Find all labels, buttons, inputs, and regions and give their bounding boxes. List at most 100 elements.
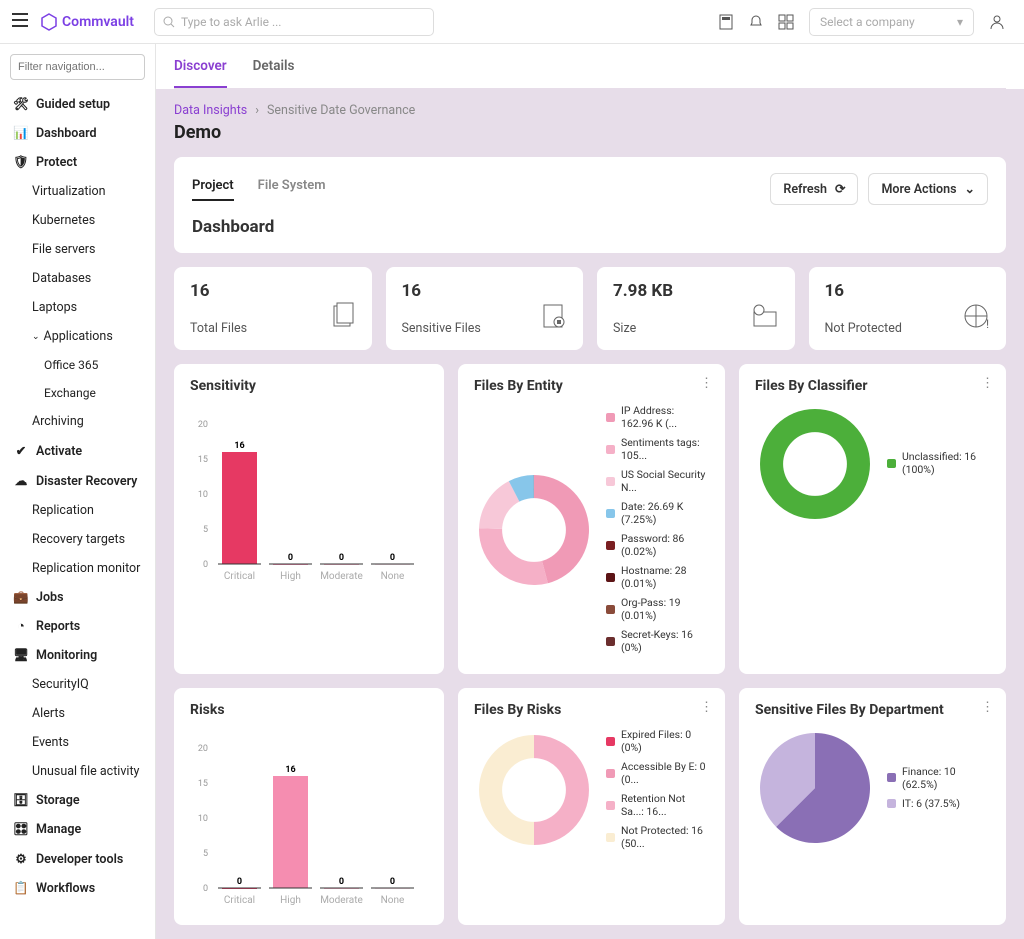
tab-details[interactable]: Details — [253, 58, 295, 88]
barchart-icon: 📊 — [12, 126, 30, 141]
sidebar-item-guided[interactable]: 🛠Guided setup — [10, 90, 145, 119]
svg-text:Moderate: Moderate — [320, 895, 363, 906]
label: Unusual file activity — [32, 764, 139, 779]
svg-text:None: None — [381, 895, 405, 906]
label: Replication monitor — [32, 561, 140, 576]
sidebar-item-databases[interactable]: Databases — [10, 264, 145, 293]
sidebar-item-monitoring[interactable]: 🖥Monitoring — [10, 641, 145, 670]
stat-value: 16 — [190, 281, 356, 301]
label: Alerts — [32, 706, 65, 721]
sidebar-item-applications[interactable]: ⌄ Applications — [10, 322, 145, 351]
logo-icon — [40, 13, 58, 31]
chart-files-by-risks: Files By Risks ⋮ Expired Files: 0 (0%)Ac… — [458, 688, 725, 925]
label: Monitoring — [36, 648, 97, 663]
stat-value: 16 — [825, 281, 991, 301]
label: Virtualization — [32, 184, 106, 199]
sidebar-item-storage[interactable]: 🗄Storage — [10, 786, 145, 815]
stat-not-protected[interactable]: 16 Not Protected ! — [809, 267, 1007, 350]
svg-text:High: High — [280, 571, 301, 582]
chart-menu-icon[interactable]: ⋮ — [700, 700, 713, 715]
tab-project[interactable]: Project — [192, 178, 234, 201]
svg-text:0: 0 — [339, 553, 344, 563]
sidebar-item-replication[interactable]: Replication — [10, 496, 145, 525]
company-select[interactable]: Select a company ▾ — [809, 8, 974, 36]
svg-text:High: High — [280, 895, 301, 906]
sidebar-item-devtools[interactable]: ⚙ Developer tools — [10, 844, 145, 874]
breadcrumb-sdg: Sensitive Date Governance — [267, 103, 415, 118]
sidebar-item-dashboard[interactable]: 📊Dashboard — [10, 119, 145, 148]
sidebar-item-jobs[interactable]: 💼Jobs — [10, 583, 145, 612]
label: Reports — [36, 619, 80, 634]
sidebar-item-unusual[interactable]: Unusual file activity — [10, 757, 145, 786]
filter-input[interactable] — [10, 54, 145, 80]
legend-item: Retention Not Sa...: 16... — [606, 792, 709, 818]
gear-icon: ⚙ — [12, 851, 30, 867]
svg-text:16: 16 — [285, 765, 295, 775]
svg-text:0: 0 — [390, 553, 395, 563]
sidebar-item-virtualization[interactable]: Virtualization — [10, 177, 145, 206]
svg-text:0: 0 — [237, 877, 242, 887]
breadcrumb: Data Insights › Sensitive Date Governanc… — [156, 89, 1024, 122]
chevron-down-icon: ⌄ — [965, 181, 975, 197]
more-actions-button[interactable]: More Actions⌄ — [868, 173, 988, 205]
sidebar-item-fileservers[interactable]: File servers — [10, 235, 145, 264]
brand-logo[interactable]: Commvault — [40, 13, 134, 31]
box-icon — [751, 302, 781, 336]
sidebar-item-events[interactable]: Events — [10, 728, 145, 757]
sidebar-item-protect[interactable]: 🛡Protect — [10, 148, 145, 177]
sidebar-item-manage[interactable]: 🎛Manage — [10, 815, 145, 844]
sidebar-item-archiving[interactable]: Archiving — [10, 407, 145, 436]
label: Refresh — [783, 182, 827, 197]
chart-menu-icon[interactable]: ⋮ — [981, 700, 994, 715]
pie-icon: ◔ — [12, 619, 30, 634]
grid-icon[interactable] — [771, 14, 801, 30]
sidebar-item-securityiq[interactable]: SecurityIQ — [10, 670, 145, 699]
chart-menu-icon[interactable]: ⋮ — [981, 376, 994, 391]
breadcrumb-data-insights[interactable]: Data Insights — [174, 103, 247, 118]
user-icon[interactable] — [982, 14, 1012, 30]
svg-text:!: ! — [986, 317, 989, 331]
stat-size[interactable]: 7.98 KB Size — [597, 267, 795, 350]
legend-item: Secret-Keys: 16 (0%) — [606, 628, 709, 654]
sidebar-item-activate[interactable]: ✔Activate — [10, 436, 145, 466]
refresh-button[interactable]: Refresh⟳ — [770, 173, 858, 205]
label: Applications — [44, 329, 113, 344]
sidebar-item-office365[interactable]: Office 365 — [10, 351, 145, 379]
tab-discover[interactable]: Discover — [174, 58, 227, 88]
workflow-icon: 📋 — [12, 881, 30, 896]
calculator-icon[interactable] — [711, 14, 741, 30]
search-input[interactable]: Type to ask Arlie ... — [154, 8, 434, 36]
sidebar-item-recoverytargets[interactable]: Recovery targets — [10, 525, 145, 554]
hamburger-icon[interactable] — [12, 13, 32, 31]
label: Databases — [32, 271, 91, 286]
sidebar-item-alerts[interactable]: Alerts — [10, 699, 145, 728]
label: Kubernetes — [32, 213, 95, 228]
chevron-down-icon: ⌄ — [32, 332, 40, 342]
label: Protect — [36, 155, 77, 170]
chart-title: Sensitivity — [190, 378, 428, 394]
sidebar-item-kubernetes[interactable]: Kubernetes — [10, 206, 145, 235]
sidebar-item-exchange[interactable]: Exchange — [10, 379, 145, 407]
tab-filesystem[interactable]: File System — [258, 178, 326, 201]
sidebar-item-replicationmonitor[interactable]: Replication monitor — [10, 554, 145, 583]
svg-text:0: 0 — [203, 560, 208, 570]
stat-sensitive-files[interactable]: 16 Sensitive Files — [386, 267, 584, 350]
label: Recovery targets — [32, 532, 125, 547]
wrench-icon: 🛠 — [12, 97, 30, 112]
sidebar-item-workflows[interactable]: 📋 Workflows — [10, 874, 145, 903]
label: Workflows — [36, 881, 95, 896]
sidebar-item-reports[interactable]: ◔ Reports — [10, 612, 145, 641]
bell-icon[interactable] — [741, 14, 771, 30]
header: Discover Details — [156, 44, 1024, 89]
sidebar-item-disaster[interactable]: ☁Disaster Recovery — [10, 466, 145, 496]
stat-total-files[interactable]: 16 Total Files — [174, 267, 372, 350]
briefcase-icon: 💼 — [12, 590, 30, 605]
chart-menu-icon[interactable]: ⋮ — [700, 376, 713, 391]
lock-file-icon — [539, 302, 569, 336]
label: Developer tools — [36, 852, 123, 867]
svg-text:Moderate: Moderate — [320, 571, 363, 582]
menu-icon — [12, 13, 28, 27]
chevron-down-icon: ▾ — [957, 15, 963, 29]
sidebar-item-laptops[interactable]: Laptops — [10, 293, 145, 322]
label: Exchange — [44, 386, 96, 400]
